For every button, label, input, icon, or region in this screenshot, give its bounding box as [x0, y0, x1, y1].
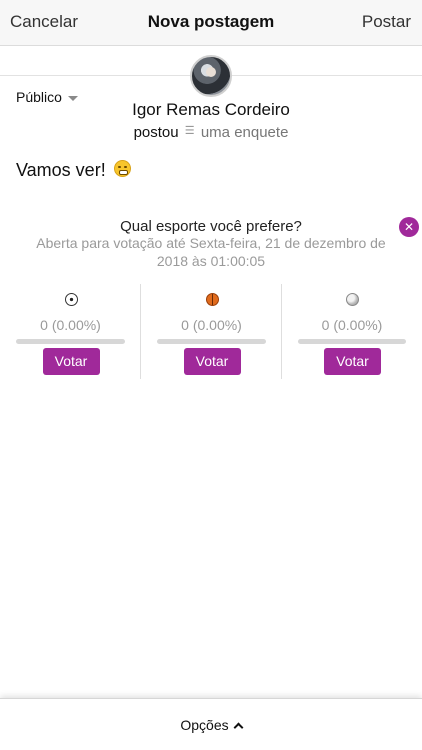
volleyball-icon — [346, 293, 359, 306]
options-bar[interactable]: Opções — [0, 698, 422, 750]
chevron-up-icon — [233, 722, 244, 733]
soccer-ball-icon — [64, 293, 78, 306]
post-text[interactable]: Vamos ver! — [16, 160, 131, 181]
post-verb: postou — [133, 124, 179, 141]
options-toggle[interactable]: Opções — [0, 717, 422, 733]
page-title: Nova postagem — [147, 12, 275, 31]
options-label: Opções — [180, 717, 229, 733]
list-icon: ☰ — [184, 125, 195, 137]
vote-button[interactable]: Votar — [324, 348, 381, 375]
remove-poll-button[interactable]: ✕ — [399, 217, 419, 237]
vote-button[interactable]: Votar — [183, 348, 241, 375]
poll-option: 0 (0.00%) Votar — [281, 284, 422, 379]
poll-deadline: Aberta para votação até Sexta-feira, 21 … — [36, 235, 386, 269]
poll-option: 0 (0.00%) Votar — [0, 284, 141, 379]
post-meta: postou ☰ uma enquete — [0, 124, 422, 141]
post-object: uma enquete — [200, 124, 289, 141]
poll-option-bar — [157, 339, 266, 344]
poll-option-bar — [298, 339, 406, 344]
poll-question: Qual esporte você prefere? — [120, 218, 302, 235]
grimacing-emoji-icon — [113, 160, 131, 177]
poll-option-bar — [16, 339, 125, 344]
poll-option-count: 0 (0.00%) — [40, 317, 101, 333]
avatar — [190, 55, 232, 97]
basketball-icon — [205, 293, 219, 306]
user-name: Igor Remas Cordeiro — [132, 100, 290, 119]
post-text-content: Vamos ver! — [16, 160, 106, 180]
poll-option: 0 (0.00%) Votar — [140, 284, 282, 379]
nav-bar: Cancelar Nova postagem Postar — [0, 0, 422, 46]
poll-option-count: 0 (0.00%) — [321, 317, 383, 333]
vote-button[interactable]: Votar — [42, 348, 100, 375]
post-button[interactable]: Postar — [362, 12, 411, 32]
avatar-face — [206, 67, 216, 77]
poll-option-count: 0 (0.00%) — [181, 317, 242, 333]
